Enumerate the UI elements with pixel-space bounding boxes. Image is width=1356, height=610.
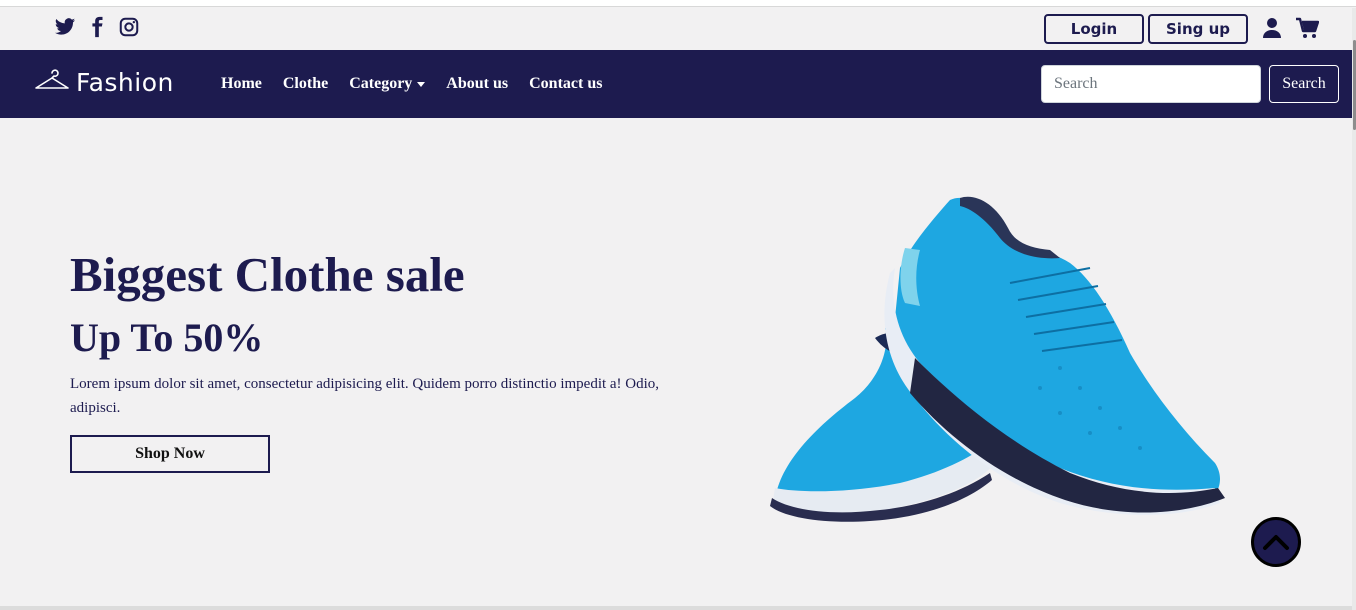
nav-home-label: Home (221, 75, 262, 92)
nav-about[interactable]: About us (446, 75, 508, 93)
instagram-icon[interactable] (118, 16, 140, 38)
twitter-icon[interactable] (54, 16, 76, 38)
search-button[interactable]: Search (1269, 65, 1339, 103)
nav-clothe-label: Clothe (282, 75, 329, 92)
signup-button[interactable]: Sing up (1148, 14, 1248, 44)
nav-links: Home Clothe Category About us Contact us (221, 75, 602, 93)
user-icon[interactable] (1262, 17, 1282, 39)
main-navbar: Fashion Home Clothe Category About us Co… (0, 50, 1352, 118)
facebook-icon[interactable] (86, 16, 108, 38)
nav-contact[interactable]: Contact us (529, 75, 602, 93)
nav-category-dropdown[interactable]: Category (349, 75, 426, 93)
scroll-to-top-button[interactable] (1251, 517, 1301, 567)
auth-buttons: Login Sing up (1044, 14, 1248, 44)
chevron-up-icon (1263, 535, 1289, 550)
shop-now-button[interactable]: Shop Now (70, 435, 270, 473)
search-input[interactable] (1041, 65, 1261, 103)
hero-subtitle: Up To 50% (70, 315, 264, 360)
bottom-edge (0, 606, 1352, 610)
social-links (54, 16, 140, 38)
nav-about-label: About us (446, 75, 509, 92)
nav-clothe[interactable]: Clothe (283, 75, 328, 93)
sneakers-image (760, 188, 1240, 528)
caret-down-icon (417, 82, 426, 87)
hanger-icon (34, 69, 70, 96)
hero-description: Lorem ipsum dolor sit amet, consectetur … (70, 376, 660, 416)
nav-category-label: Category (349, 75, 413, 92)
cart-icon[interactable] (1295, 17, 1320, 39)
browser-top-edge (0, 0, 1356, 7)
nav-contact-label: Contact us (529, 75, 603, 92)
brand-name: Fashion (76, 68, 174, 97)
login-button[interactable]: Login (1044, 14, 1144, 44)
hero-title: Biggest Clothe sale (70, 247, 465, 302)
nav-home[interactable]: Home (221, 75, 262, 93)
brand-logo[interactable]: Fashion (34, 68, 174, 97)
top-bar: Login Sing up (0, 8, 1352, 50)
